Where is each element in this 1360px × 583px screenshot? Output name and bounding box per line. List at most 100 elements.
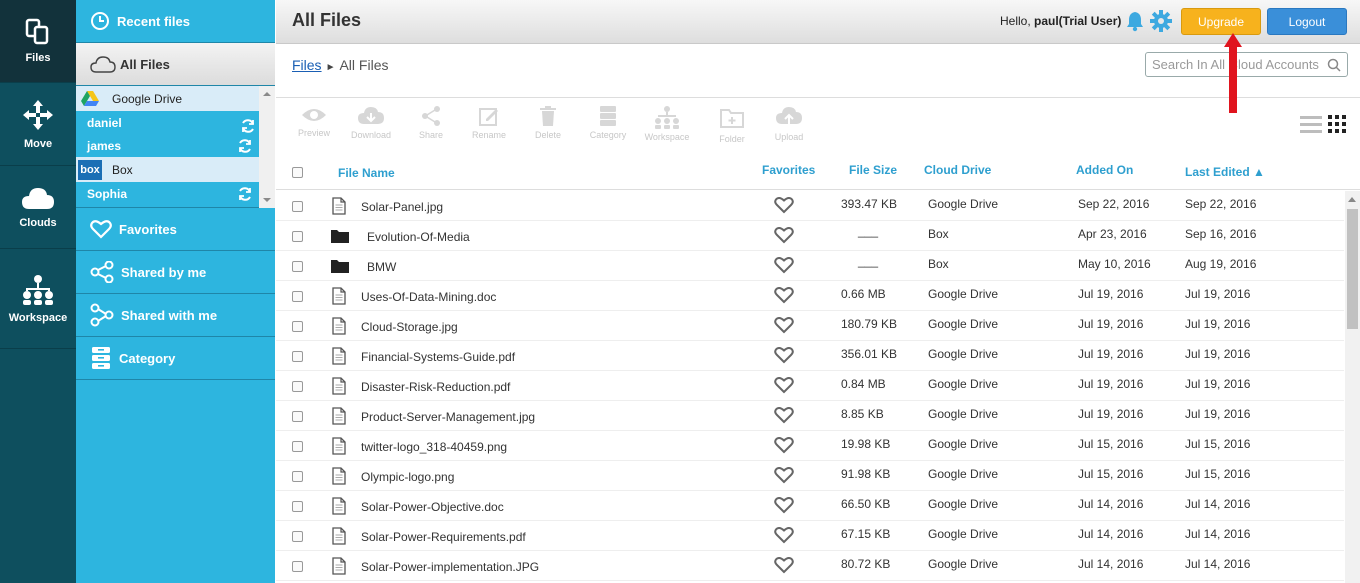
heart-outline-icon[interactable]	[774, 556, 794, 574]
favorite-toggle[interactable]	[774, 316, 794, 337]
list-view-icon[interactable]	[1300, 115, 1322, 133]
heart-outline-icon[interactable]	[774, 466, 794, 484]
column-last-edited[interactable]: Last Edited ▲	[1185, 165, 1265, 179]
favorite-toggle[interactable]	[774, 466, 794, 487]
sync-icon[interactable]	[240, 118, 256, 134]
favorite-toggle[interactable]	[774, 526, 794, 547]
favorite-toggle[interactable]	[774, 286, 794, 307]
heart-outline-icon[interactable]	[774, 286, 794, 304]
scroll-up-icon[interactable]	[263, 92, 271, 96]
heart-outline-icon[interactable]	[774, 226, 794, 244]
category-tool[interactable]: Category	[580, 105, 636, 140]
breadcrumb-root-link[interactable]: Files	[292, 57, 322, 73]
table-scrollbar[interactable]	[1345, 191, 1360, 583]
provider-box[interactable]: box Box	[76, 157, 259, 182]
gear-icon[interactable]	[1149, 9, 1173, 33]
heart-outline-icon[interactable]	[774, 436, 794, 454]
column-added-on[interactable]: Added On	[1076, 163, 1133, 177]
favorite-toggle[interactable]	[774, 406, 794, 427]
table-row[interactable]: Solar-Power-implementation.JPG 80.72 KB Go…	[276, 551, 1344, 581]
favorite-toggle[interactable]	[774, 256, 794, 277]
column-file-name[interactable]: File Name	[338, 166, 395, 180]
row-checkbox[interactable]	[292, 261, 303, 272]
upgrade-button[interactable]: Upgrade	[1181, 8, 1261, 35]
table-row[interactable]: Solar-Power-Requirements.pdf 67.15 KB Goog…	[276, 521, 1344, 551]
sidebar-item-shared-with-me[interactable]: Shared with me	[76, 294, 275, 337]
row-checkbox[interactable]	[292, 201, 303, 212]
delete-tool[interactable]: Delete	[520, 105, 576, 140]
table-row[interactable]: Cloud-Storage.jpg 180.79 KB Google Drive Ju…	[276, 311, 1344, 341]
search-icon[interactable]	[1327, 58, 1341, 72]
file-name[interactable]: Evolution-Of-Media	[367, 230, 470, 244]
upload-tool[interactable]: Upload	[761, 105, 817, 142]
table-row[interactable]: Uses-Of-Data-Mining.doc 0.66 MB Google Dri…	[276, 281, 1344, 311]
file-name[interactable]: Solar-Power-Objective.doc	[361, 500, 504, 514]
heart-outline-icon[interactable]	[774, 526, 794, 544]
row-checkbox[interactable]	[292, 561, 303, 572]
scroll-up-icon[interactable]	[1348, 197, 1356, 202]
row-checkbox[interactable]	[292, 441, 303, 452]
rail-item-move[interactable]: Move	[0, 83, 76, 166]
table-row[interactable]: Olympic-logo.png 91.98 KB Google Drive Jul …	[276, 461, 1344, 491]
row-checkbox[interactable]	[292, 381, 303, 392]
search-input[interactable]: Search In All Cloud Accounts	[1145, 52, 1348, 77]
heart-outline-icon[interactable]	[774, 196, 794, 214]
row-checkbox[interactable]	[292, 231, 303, 242]
favorite-toggle[interactable]	[774, 226, 794, 247]
table-row[interactable]: Evolution-Of-Media ___ Box Apr 23, 2016 Sep …	[276, 221, 1344, 251]
logout-button[interactable]: Logout	[1267, 8, 1347, 35]
favorite-toggle[interactable]	[774, 496, 794, 517]
table-row[interactable]: BMW ___ Box May 10, 2016 Aug 19, 2016	[276, 251, 1344, 281]
file-name[interactable]: Disaster-Risk-Reduction.pdf	[361, 380, 510, 394]
row-checkbox[interactable]	[292, 531, 303, 542]
heart-outline-icon[interactable]	[774, 346, 794, 364]
sidebar-item-favorites[interactable]: Favorites	[76, 208, 275, 251]
row-checkbox[interactable]	[292, 501, 303, 512]
account-user-james[interactable]: james	[76, 134, 259, 157]
heart-outline-icon[interactable]	[774, 256, 794, 274]
favorite-toggle[interactable]	[774, 376, 794, 397]
download-tool[interactable]: Download	[343, 105, 399, 140]
bell-icon[interactable]	[1124, 10, 1146, 32]
table-row[interactable]: Solar-Panel.jpg 393.47 KB Google Drive Sep …	[276, 191, 1344, 221]
workspace-tool[interactable]: Workspace	[639, 105, 695, 142]
scroll-down-icon[interactable]	[263, 198, 271, 202]
file-name[interactable]: Solar-Panel.jpg	[361, 200, 443, 214]
row-checkbox[interactable]	[292, 351, 303, 362]
row-checkbox[interactable]	[292, 471, 303, 482]
rail-item-files[interactable]: Files	[0, 0, 76, 83]
accounts-scrollbar[interactable]	[259, 86, 275, 208]
table-row[interactable]: Financial-Systems-Guide.pdf 356.01 KB Goog…	[276, 341, 1344, 371]
file-name[interactable]: Olympic-logo.png	[361, 470, 454, 484]
table-row[interactable]: Product-Server-Management.jpg 8.85 KB Goog…	[276, 401, 1344, 431]
favorite-toggle[interactable]	[774, 196, 794, 217]
share-tool[interactable]: Share	[403, 105, 459, 140]
table-row[interactable]: Disaster-Risk-Reduction.pdf 0.84 MB Google…	[276, 371, 1344, 401]
rail-item-clouds[interactable]: Clouds	[0, 166, 76, 249]
file-name[interactable]: twitter-logo_318-40459.png	[361, 440, 507, 454]
heart-outline-icon[interactable]	[774, 406, 794, 424]
preview-tool[interactable]: Preview	[286, 105, 342, 138]
sidebar-item-recent-files[interactable]: Recent files	[76, 0, 275, 43]
favorite-toggle[interactable]	[774, 556, 794, 577]
file-name[interactable]: Solar-Power-Requirements.pdf	[361, 530, 526, 544]
favorite-toggle[interactable]	[774, 346, 794, 367]
table-row[interactable]: twitter-logo_318-40459.png 19.98 KB Google…	[276, 431, 1344, 461]
account-user-daniel[interactable]: daniel	[76, 111, 259, 134]
heart-outline-icon[interactable]	[774, 316, 794, 334]
sync-icon[interactable]	[237, 186, 253, 202]
heart-outline-icon[interactable]	[774, 376, 794, 394]
sidebar-item-all-files[interactable]: All Files	[76, 43, 275, 86]
column-favorites[interactable]: Favorites	[762, 163, 815, 177]
sidebar-item-category[interactable]: Category	[76, 337, 275, 380]
favorite-toggle[interactable]	[774, 436, 794, 457]
account-user-sophia[interactable]: Sophia	[76, 182, 259, 205]
file-name[interactable]: Product-Server-Management.jpg	[361, 410, 535, 424]
file-name[interactable]: Uses-Of-Data-Mining.doc	[361, 290, 496, 304]
file-name[interactable]: Solar-Power-implementation.JPG	[361, 560, 539, 574]
row-checkbox[interactable]	[292, 411, 303, 422]
sync-icon[interactable]	[237, 138, 253, 154]
row-checkbox[interactable]	[292, 291, 303, 302]
column-file-size[interactable]: File Size	[849, 163, 897, 177]
scrollbar-thumb[interactable]	[1347, 209, 1358, 329]
